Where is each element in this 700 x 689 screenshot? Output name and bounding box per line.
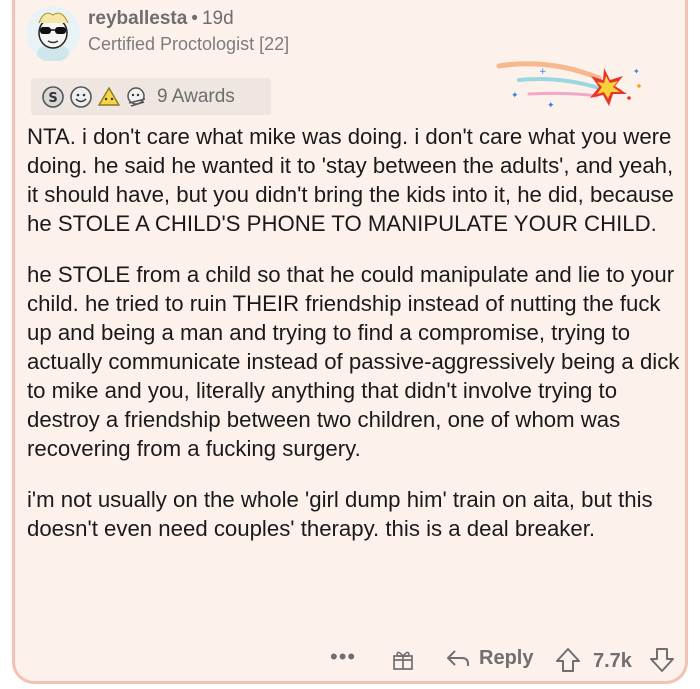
username-link[interactable]: reyballesta xyxy=(88,8,187,29)
hugz-award-icon xyxy=(127,86,146,107)
comment-header: reyballesta • 19d xyxy=(88,8,234,30)
comment-body: NTA. i don't care what mike was doing. i… xyxy=(27,122,683,565)
comment-actions: ••• Reply 7.7k xyxy=(315,642,685,678)
reply-button[interactable]: Reply xyxy=(445,646,533,670)
more-options-button[interactable]: ••• xyxy=(330,644,356,670)
awards-count: 9 Awards xyxy=(157,85,235,107)
svg-text:✦: ✦ xyxy=(633,67,640,76)
awards-bar[interactable]: S 9 Awards xyxy=(31,78,271,115)
wholesome-award-icon xyxy=(70,85,92,108)
header-separator: • xyxy=(191,8,198,29)
reply-arrow-icon xyxy=(447,650,469,666)
helpful-award-icon xyxy=(97,86,121,106)
svg-text:+: + xyxy=(539,67,547,77)
reply-label: Reply xyxy=(479,646,534,669)
comment-paragraph: NTA. i don't care what mike was doing. i… xyxy=(27,124,674,236)
upvote-arrow-icon[interactable] xyxy=(555,646,581,674)
give-award-icon[interactable] xyxy=(391,648,415,672)
comment-paragraph: he STOLE from a child so that he could m… xyxy=(27,262,680,461)
svg-text:✦: ✦ xyxy=(511,91,519,101)
svg-text:S: S xyxy=(48,91,57,106)
comment-paragraph: i'm not usually on the whole 'girl dump … xyxy=(27,487,653,541)
vote-score: 7.7k xyxy=(593,650,632,672)
downvote-arrow-icon[interactable] xyxy=(649,646,675,674)
comment-card: reyballesta • 19d Certified Proctologist [… xyxy=(12,0,688,684)
silver-award-icon: S xyxy=(42,85,64,108)
confetti-celebration-icon: + ✦ ✦ ✦ xyxy=(496,61,641,111)
svg-text:✦: ✦ xyxy=(547,101,555,111)
user-flair: Certified Proctologist [22] xyxy=(88,34,290,54)
user-avatar[interactable] xyxy=(24,3,82,61)
comment-age: 19d xyxy=(201,8,234,29)
